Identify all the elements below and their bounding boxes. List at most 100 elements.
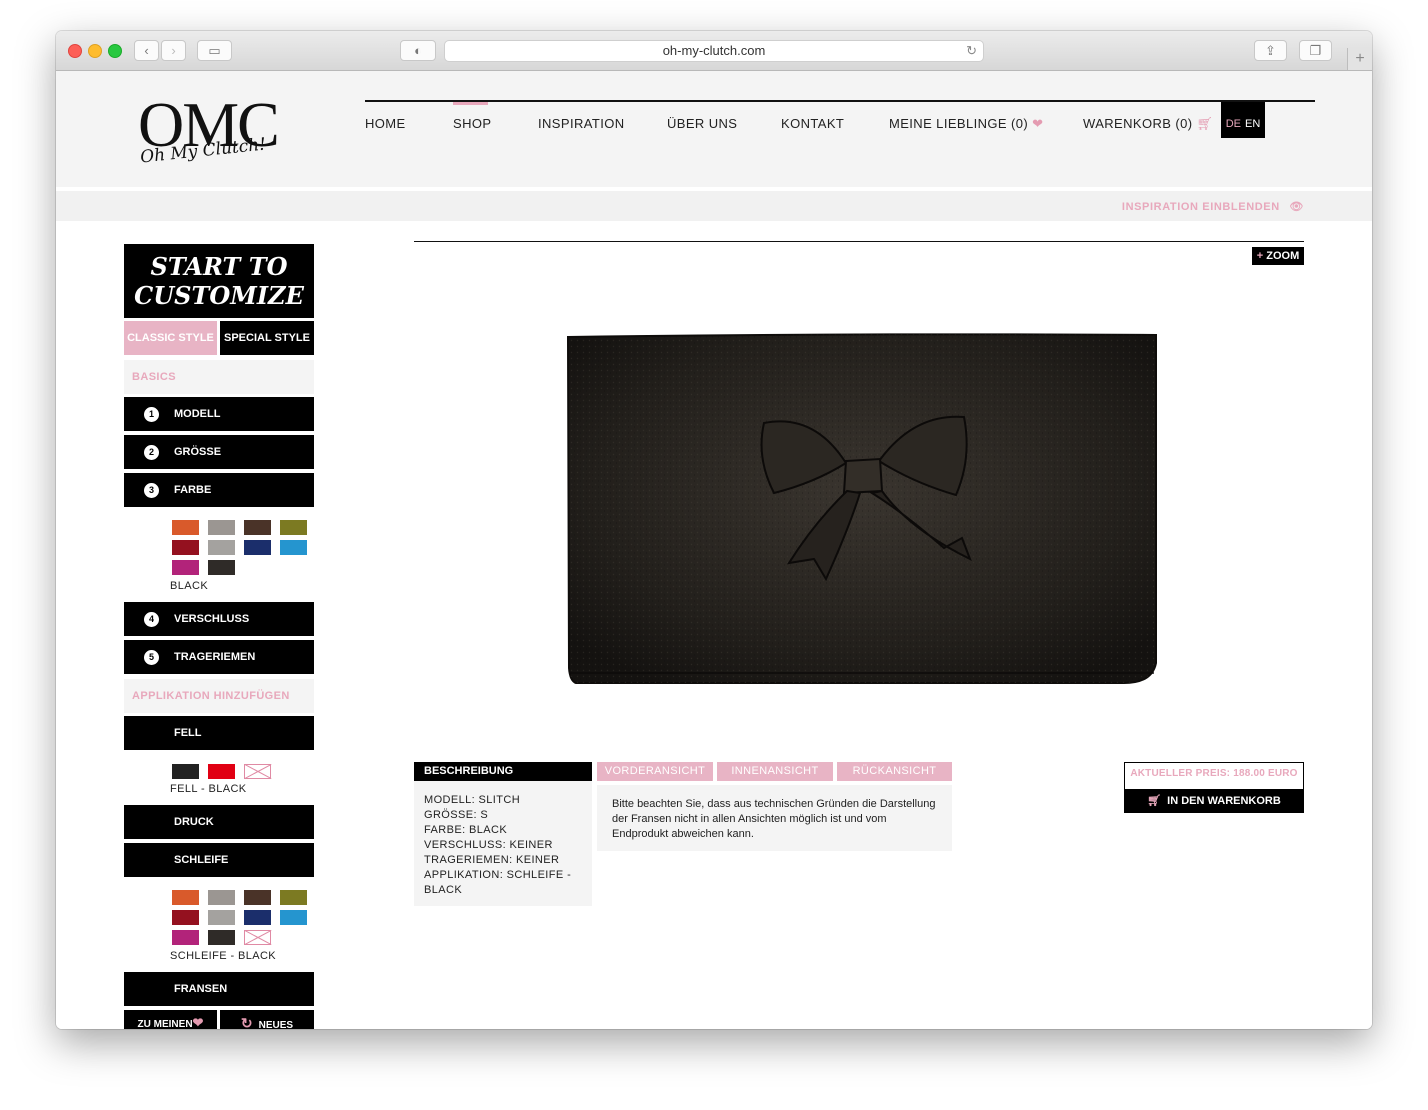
add-to-cart-button[interactable]: 🛒︎ IN DEN WARENKORB xyxy=(1125,789,1303,813)
customizer-title: START TO CUSTOMIZE xyxy=(124,244,314,318)
add-to-cart-label: IN DEN WARENKORB xyxy=(1167,795,1281,807)
nav-inspiration[interactable]: INSPIRATION xyxy=(538,116,625,131)
step-trageriemen[interactable]: 5 TRAGERIEMEN xyxy=(124,640,314,674)
fullscreen-window-button[interactable] xyxy=(108,44,122,58)
reload-icon[interactable]: ↻ xyxy=(966,41,977,61)
add-to-favorites-button[interactable]: ZU MEINEN❤ xyxy=(124,1010,217,1029)
heart-icon: ❤ xyxy=(1032,116,1044,131)
nav-favorites[interactable]: MEINE LIEBLINGE (0) ❤ xyxy=(889,116,1043,132)
option-fell[interactable]: FELL xyxy=(124,716,314,750)
swatch-olive[interactable] xyxy=(280,520,307,535)
swatch-fell-black[interactable] xyxy=(172,764,199,779)
address-bar[interactable]: oh-my-clutch.com ↻ xyxy=(444,40,984,62)
swatch-red[interactable] xyxy=(172,910,199,925)
swatch-orange[interactable] xyxy=(172,520,199,535)
description-line: BLACK xyxy=(424,884,463,896)
cart-icon: 🛒︎ xyxy=(1147,795,1162,807)
section-basics: BASICS xyxy=(124,360,314,394)
customizer-title-line1: START TO xyxy=(150,252,288,281)
fell-caption: FELL - BLACK xyxy=(170,783,247,795)
step-number-3: 3 xyxy=(144,483,159,498)
lang-de[interactable]: DE xyxy=(1226,118,1241,130)
step-modell[interactable]: 1 MODELL xyxy=(124,397,314,431)
inspiration-bar: INSPIRATION EINBLENDEN 👁︎ xyxy=(56,191,1372,221)
description-line: TRAGERIEMEN: KEINER xyxy=(424,854,560,866)
swatch-none-icon[interactable] xyxy=(244,930,271,945)
add-to-favorites-label: ZU MEINEN xyxy=(137,1019,193,1029)
option-druck[interactable]: DRUCK xyxy=(124,805,314,839)
swatch-cyan[interactable] xyxy=(280,540,307,555)
swatch-brown[interactable] xyxy=(244,520,271,535)
swatch-lightgrey[interactable] xyxy=(208,910,235,925)
minimize-window-button[interactable] xyxy=(88,44,102,58)
description-line: GRÖSSE: S xyxy=(424,809,489,821)
start-new-button[interactable]: ↻ NEUES xyxy=(220,1010,314,1029)
new-tab-icon[interactable]: + xyxy=(1347,48,1372,70)
option-schleife[interactable]: SCHLEIFE xyxy=(124,843,314,877)
description-line: VERSCHLUSS: KEINER xyxy=(424,839,553,851)
current-price: AKTUELLER PREIS: 188.00 EURO xyxy=(1130,768,1298,779)
swatch-magenta[interactable] xyxy=(172,930,199,945)
tabs-overview-icon[interactable]: ❐ xyxy=(1299,40,1332,61)
section-application: APPLIKATION HINZUFÜGEN xyxy=(124,679,314,713)
nav-contact[interactable]: KONTAKT xyxy=(781,116,844,131)
nav-cart[interactable]: WARENKORB (0) 🛒︎ xyxy=(1083,116,1213,132)
step-label: GRÖSSE xyxy=(174,446,222,458)
content-divider xyxy=(414,241,1304,242)
site-logo[interactable]: OMC Oh My Clutch! xyxy=(138,93,308,173)
swatch-orange[interactable] xyxy=(172,890,199,905)
swatch-magenta[interactable] xyxy=(172,560,199,575)
back-icon[interactable]: ‹ xyxy=(134,40,159,61)
step-number-1: 1 xyxy=(144,407,159,422)
url-text: oh-my-clutch.com xyxy=(662,43,766,58)
swatch-none-icon[interactable] xyxy=(244,764,271,779)
browser-toolbar: ‹ › ▭ ◐ oh-my-clutch.com ↻ ⇪ ❐ + xyxy=(56,31,1372,71)
close-window-button[interactable] xyxy=(68,44,82,58)
inspiration-toggle-label: INSPIRATION EINBLENDEN xyxy=(1121,201,1280,213)
step-number-5: 5 xyxy=(144,650,159,665)
step-verschluss[interactable]: 4 VERSCHLUSS xyxy=(124,602,314,636)
swatch-black[interactable] xyxy=(207,559,236,576)
swatch-navy[interactable] xyxy=(244,540,271,555)
forward-icon[interactable]: › xyxy=(161,40,186,61)
nav-divider xyxy=(365,100,1315,102)
step-label: TRAGERIEMEN xyxy=(174,651,256,663)
nav-shop[interactable]: SHOP xyxy=(453,116,491,131)
swatch-black[interactable] xyxy=(208,930,235,945)
product-image xyxy=(566,333,1157,684)
swatch-brown[interactable] xyxy=(244,890,271,905)
nav-home[interactable]: HOME xyxy=(365,116,406,131)
option-fransen[interactable]: FRANSEN xyxy=(124,972,314,1006)
swatch-olive[interactable] xyxy=(280,890,307,905)
swatch-fell-red[interactable] xyxy=(208,764,235,779)
description-line: FARBE: BLACK xyxy=(424,824,508,836)
step-number-2: 2 xyxy=(144,445,159,460)
step-farbe[interactable]: 3 FARBE xyxy=(124,473,314,507)
step-groesse[interactable]: 2 GRÖSSE xyxy=(124,435,314,469)
step-label: VERSCHLUSS xyxy=(174,613,250,625)
tab-back-view[interactable]: RÜCKANSICHT xyxy=(837,762,952,781)
swatch-lightgrey[interactable] xyxy=(208,540,235,555)
sidebar-toggle-icon[interactable]: ▭ xyxy=(197,40,232,61)
tab-special-style[interactable]: SPECIAL STYLE xyxy=(220,321,314,355)
inspiration-toggle[interactable]: INSPIRATION EINBLENDEN 👁︎ xyxy=(1122,200,1304,213)
swatch-cyan[interactable] xyxy=(280,910,307,925)
nav-about[interactable]: ÜBER UNS xyxy=(667,116,737,131)
swatch-red[interactable] xyxy=(172,540,199,555)
site-header: OMC Oh My Clutch! HOME SHOP INSPIRATION … xyxy=(56,71,1372,187)
share-icon[interactable]: ⇪ xyxy=(1254,40,1287,61)
swatch-grey[interactable] xyxy=(208,890,235,905)
step-number-4: 4 xyxy=(144,612,159,627)
tab-inside-view[interactable]: INNENANSICHT xyxy=(717,762,833,781)
nav-cart-label: WARENKORB (0) xyxy=(1083,116,1193,131)
privacy-shield-icon[interactable]: ◐ xyxy=(400,40,436,61)
swatch-navy[interactable] xyxy=(244,910,271,925)
plus-icon: + xyxy=(1256,250,1264,262)
schleife-caption: SCHLEIFE - BLACK xyxy=(170,950,277,962)
zoom-button[interactable]: + ZOOM xyxy=(1252,247,1304,265)
swatch-grey[interactable] xyxy=(208,520,235,535)
lang-en[interactable]: EN xyxy=(1245,118,1260,130)
nav-active-indicator xyxy=(453,102,488,105)
tab-classic-style[interactable]: CLASSIC STYLE xyxy=(124,321,217,355)
tab-front-view[interactable]: VORDERANSICHT xyxy=(597,762,713,781)
